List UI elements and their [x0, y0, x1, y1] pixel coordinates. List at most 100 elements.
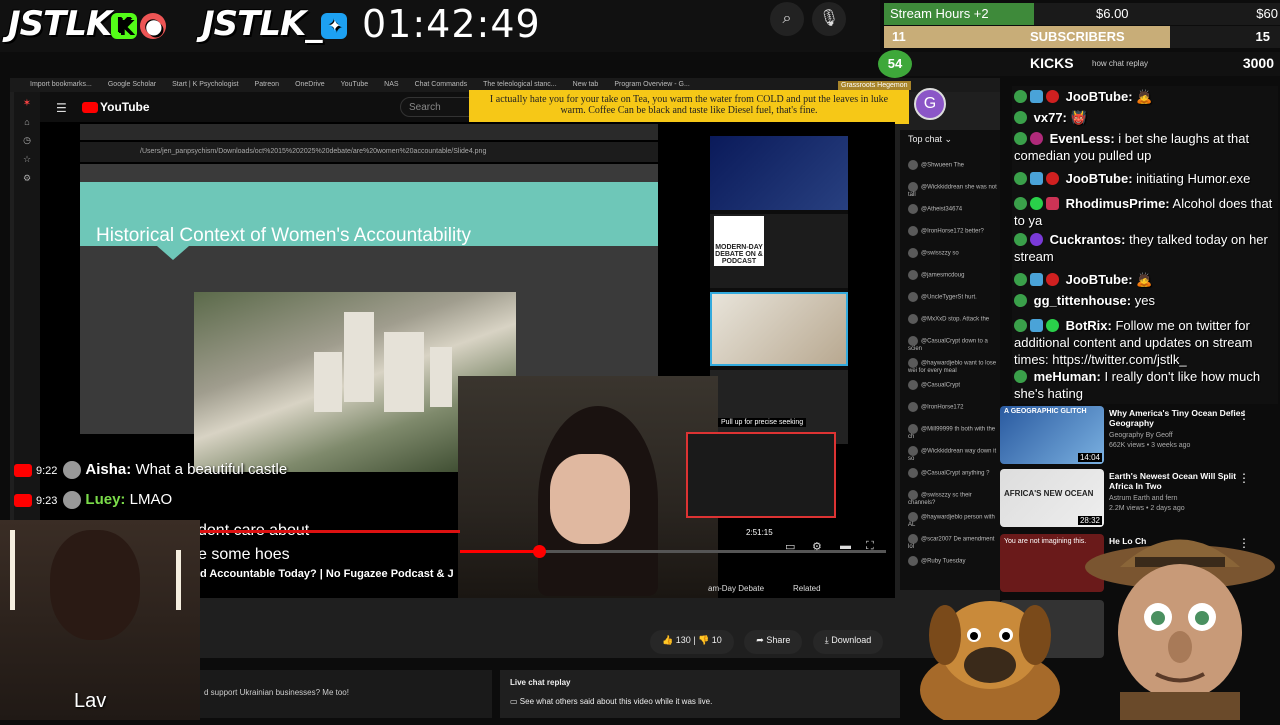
live-chat-replay-box[interactable]: Live chat replay ▭ See what others said … [500, 670, 900, 718]
red-line [200, 530, 460, 533]
menu-icon[interactable]: ☰ [56, 101, 67, 115]
progress-fill [460, 550, 540, 553]
debate-panel [710, 136, 848, 444]
streamer-cam [458, 376, 718, 598]
settings-icon[interactable]: ⚙ [14, 173, 40, 184]
avatar [908, 270, 918, 280]
more-options-icon[interactable]: ⋮ [1238, 408, 1250, 422]
stream-timer: 01:42:49 [362, 2, 541, 46]
rec-meta: 662K views • 3 weeks ago [1109, 442, 1191, 449]
kick-logo: JSTLK K ● [8, 4, 167, 44]
live-chat-subtitle: ▭ See what others said about this video … [510, 697, 713, 706]
avatar [908, 358, 918, 368]
bookmark-item[interactable]: The teleological stanc... [483, 81, 557, 88]
yt-chat-message: @MxXxD stop. Attack the [908, 314, 998, 324]
youtube-play-icon [82, 102, 98, 114]
live-chat-title: Live chat replay [510, 678, 571, 687]
progress-scrubber[interactable] [533, 545, 546, 558]
avatar [908, 402, 918, 412]
bookmark-item[interactable]: Start | K Psychologist [172, 81, 238, 88]
microphone-icon[interactable]: 🎙 [812, 2, 846, 36]
avatar [908, 468, 918, 478]
record-icon: ● [140, 12, 167, 39]
slide-pointer [157, 246, 189, 260]
bookmark-item[interactable]: OneDrive [295, 81, 325, 88]
avatar [908, 314, 918, 324]
rec-duration: 14:04 [1077, 453, 1102, 462]
video-title[interactable]: d Accountable Today? | No Fugazee Podcas… [200, 568, 454, 580]
subscribers-goal: 11 SUBSCRIBERS 15 [884, 26, 1280, 48]
tab-debate[interactable]: am-Day Debate [708, 584, 764, 593]
avatar [908, 534, 918, 544]
rec-channel: Geography By Geoff [1109, 432, 1173, 439]
download-button[interactable]: ⤓ Download [812, 630, 884, 654]
yt-chat-message: @Wickkiddrean she was not tall [908, 182, 998, 198]
avatar [908, 380, 918, 390]
sparkle-icon[interactable]: ✶ [14, 98, 40, 109]
chat-message: JooBTube: 🙇 [1014, 271, 1278, 288]
bookmark-item[interactable]: New tab [573, 81, 599, 88]
yt-chat-message: @Mill99999 th both with the ch [908, 424, 998, 440]
bookmark-item[interactable]: NAS [384, 81, 398, 88]
yt-chat-message: @swisszzy so [908, 248, 998, 258]
avatar [908, 182, 918, 192]
home-icon[interactable]: ⌂ [14, 117, 40, 127]
twitter-icon: ✦ [321, 12, 348, 39]
bookmark-item[interactable]: Patreon [255, 81, 280, 88]
search-input[interactable]: Search [400, 97, 470, 117]
rec-meta: 2.2M views • 2 days ago [1109, 505, 1185, 512]
recommended-video[interactable]: A GEOGRAPHIC GLITCH Why America's Tiny O… [1000, 406, 1280, 468]
yt-chat-message: @haywardjeblo person with AL [908, 512, 998, 528]
debate-logo: MODERN-DAY DEBATE ON & PODCAST [714, 216, 764, 266]
yt-chat-message: @Ruby Tuesday [908, 556, 998, 566]
left-chat-line: 9:23 Luey: LMAO [14, 491, 172, 510]
overlay-caption-2: e some hoes [198, 546, 290, 563]
kicks-goal: 54 KICKS how chat replay 3000 [878, 50, 1280, 78]
superchat-tag: Grassroots Hegemon [838, 81, 911, 90]
inner-url-bar[interactable]: /Users/jen_panpsychism/Downloads/oct%201… [80, 142, 658, 162]
superchat-avatar: G [914, 88, 946, 120]
chat-message: EvenLess: i bet she laughs at that comed… [1014, 131, 1250, 163]
avatar [908, 512, 918, 522]
chat-message: meHuman: I really don't like how much sh… [1014, 369, 1261, 401]
rec-title: Earth's Newest Ocean Will Split Africa I… [1109, 471, 1237, 491]
top-chat-selector[interactable]: Top chat ⌄ [908, 134, 952, 145]
inner-browser-tabs [80, 124, 658, 140]
cam-label: Lav [74, 690, 107, 712]
chat-message: Cuckrantos: they talked today on her str… [1014, 232, 1268, 264]
avatar [908, 226, 918, 236]
show-chat-replay[interactable]: how chat replay [1092, 59, 1148, 68]
bookmark-item[interactable]: Import bookmarks... [30, 81, 92, 88]
history-icon[interactable]: ◷ [14, 135, 40, 146]
theater-icon[interactable]: ▬ [840, 540, 851, 552]
gear-icon[interactable]: ⚙ [812, 540, 822, 553]
like-button[interactable]: 👍 130 | 👎 10 [650, 630, 734, 654]
bookmark-item[interactable]: Chat Commands [415, 81, 468, 88]
fullscreen-icon[interactable]: ⛶ [866, 540, 874, 553]
search-icon[interactable]: ⌕ [770, 2, 804, 36]
chat-message: vx77: 👹 [1014, 109, 1278, 126]
youtube-logo[interactable]: YouTube [82, 100, 150, 114]
yt-chat-message: @Shwueen The [908, 160, 998, 170]
captions-icon[interactable]: ▭ [785, 540, 795, 553]
yt-chat-message: @CasualCrypt [908, 380, 998, 390]
seek-preview [686, 432, 836, 518]
star-icon[interactable]: ☆ [14, 154, 40, 165]
yt-chat-message: @haywardjeblo want to lose wei for every… [908, 358, 998, 374]
avatar [908, 336, 918, 346]
yt-chat-message: @CasualCrypt anything ? [908, 468, 998, 478]
yt-chat-message: @CasualCrypt down to a scien [908, 336, 998, 352]
bookmark-item[interactable]: YouTube [341, 81, 369, 88]
bookmark-item[interactable]: Program Overview - G... [614, 81, 689, 88]
avatar [63, 461, 82, 480]
tab-related[interactable]: Related [793, 584, 821, 593]
chat-message: BotRix: Follow me on twitter for additio… [1014, 318, 1253, 367]
more-options-icon[interactable]: ⋮ [1238, 471, 1250, 485]
rec-channel: Astrum Earth and fern [1109, 495, 1178, 502]
yt-chat-message: @IronHorse172 better? [908, 226, 998, 236]
bookmark-item[interactable]: Google Scholar [108, 81, 156, 88]
description-box[interactable]: d support Ukrainian businesses? Me too! [200, 670, 492, 718]
video-actions: 👍 130 | 👎 10 ➦ Share ⤓ Download [650, 630, 889, 654]
share-button[interactable]: ➦ Share [744, 630, 803, 654]
yt-chat-message: @swisszzy sc their channels? [908, 490, 998, 506]
